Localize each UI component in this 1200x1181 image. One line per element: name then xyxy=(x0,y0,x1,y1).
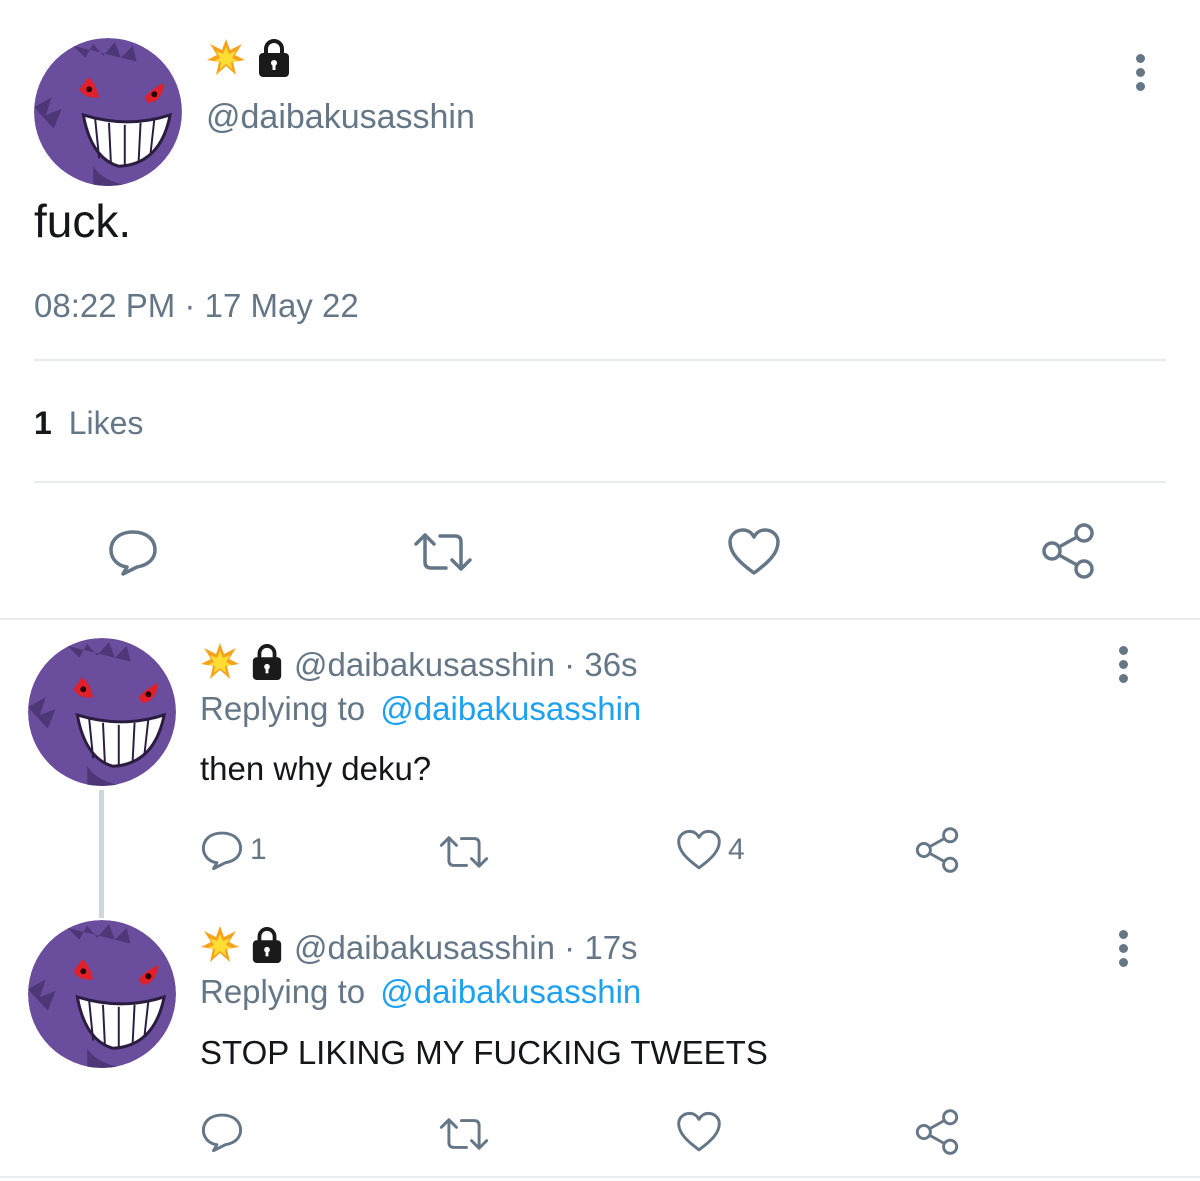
gengar-avatar-image xyxy=(28,638,176,786)
reply-1-text: then why deku? xyxy=(200,750,432,787)
explosion-emoji-icon xyxy=(200,642,240,687)
likes-label: Likes xyxy=(68,405,144,441)
replying-to-label: Replying to xyxy=(200,973,366,1010)
reply-1-reply-button[interactable]: 1 xyxy=(200,828,267,872)
comment-icon xyxy=(109,530,157,576)
reply-1-retweet-button[interactable] xyxy=(438,830,490,874)
reply-2-retweet-button[interactable] xyxy=(438,1112,490,1156)
explosion-emoji-icon xyxy=(206,38,246,83)
heart-icon xyxy=(728,528,780,575)
reply-1-reply-count: 1 xyxy=(250,833,267,866)
comment-icon xyxy=(201,831,243,871)
main-retweet-button[interactable] xyxy=(412,526,474,578)
reply-1-separator: · xyxy=(564,645,576,683)
bottom-divider xyxy=(0,1176,1200,1178)
replying-to-handle-link[interactable]: @daibakusasshin xyxy=(380,690,641,727)
reply-2-handle[interactable]: @daibakusasshin xyxy=(294,929,555,966)
lock-icon xyxy=(250,926,284,969)
reply-1-share-button[interactable] xyxy=(914,826,960,874)
retweet-icon xyxy=(439,836,489,868)
main-more-options-icon[interactable] xyxy=(1128,54,1152,96)
retweet-icon xyxy=(439,1118,489,1150)
reply-2-separator: · xyxy=(564,928,576,966)
share-icon xyxy=(915,827,959,873)
reply-1-handle[interactable]: @daibakusasshin xyxy=(294,646,555,683)
retweet-icon xyxy=(414,533,472,571)
reply-1-more-options-icon[interactable] xyxy=(1111,646,1135,688)
main-avatar[interactable] xyxy=(34,38,182,186)
heart-icon xyxy=(677,1111,721,1152)
reply-2-age: 17s xyxy=(584,928,638,966)
reply-2-text: STOP LIKING MY FUCKING TWEETS xyxy=(200,1034,768,1071)
reply-1-replying-to: Replying to @daibakusasshin xyxy=(200,690,641,728)
heart-icon xyxy=(677,829,721,870)
reply-2-avatar[interactable] xyxy=(28,920,176,1068)
reply-1-age: 36s xyxy=(584,645,638,683)
gengar-avatar-image xyxy=(34,38,182,186)
reply-2-like-button[interactable] xyxy=(676,1110,722,1154)
reply-2-more-options-icon[interactable] xyxy=(1111,930,1135,972)
replying-to-handle-link[interactable]: @daibakusasshin xyxy=(380,973,641,1010)
reply-2-reply-button[interactable] xyxy=(200,1110,244,1154)
reply-1-avatar[interactable] xyxy=(28,638,176,786)
main-like-button[interactable] xyxy=(727,526,781,578)
gengar-avatar-image xyxy=(28,920,176,1068)
section-divider xyxy=(0,618,1200,620)
reply-2-share-button[interactable] xyxy=(914,1108,960,1156)
main-handle[interactable]: @daibakusasshin xyxy=(206,98,475,137)
share-icon xyxy=(915,1109,959,1155)
main-badges xyxy=(206,38,292,83)
main-tweet-text: fuck. xyxy=(34,195,132,247)
main-likes-stat[interactable]: 1 Likes xyxy=(34,405,143,442)
lock-icon xyxy=(256,38,292,83)
divider-top xyxy=(34,359,1166,361)
share-icon xyxy=(1042,523,1094,579)
main-reply-button[interactable] xyxy=(107,526,159,578)
reply-2-replying-to: Replying to @daibakusasshin xyxy=(200,973,641,1011)
reply-2-header: @daibakusasshin · 17s xyxy=(200,925,638,970)
reply-1-like-count: 4 xyxy=(728,833,745,866)
main-time: 08:22 PM xyxy=(34,287,176,324)
reply-1-header: @daibakusasshin · 36s xyxy=(200,642,638,687)
main-share-button[interactable] xyxy=(1040,522,1096,580)
thread-connector-line xyxy=(99,790,104,918)
main-date: 17 May 22 xyxy=(204,287,359,324)
explosion-emoji-icon xyxy=(200,925,240,970)
main-timestamp: 08:22 PM · 17 May 22 xyxy=(34,287,359,325)
divider-bottom xyxy=(34,481,1166,483)
lock-icon xyxy=(250,643,284,686)
reply-1-like-button[interactable]: 4 xyxy=(676,828,745,872)
likes-count: 1 xyxy=(34,405,52,441)
main-time-separator: · xyxy=(184,287,196,324)
comment-icon xyxy=(201,1113,243,1153)
replying-to-label: Replying to xyxy=(200,690,366,727)
